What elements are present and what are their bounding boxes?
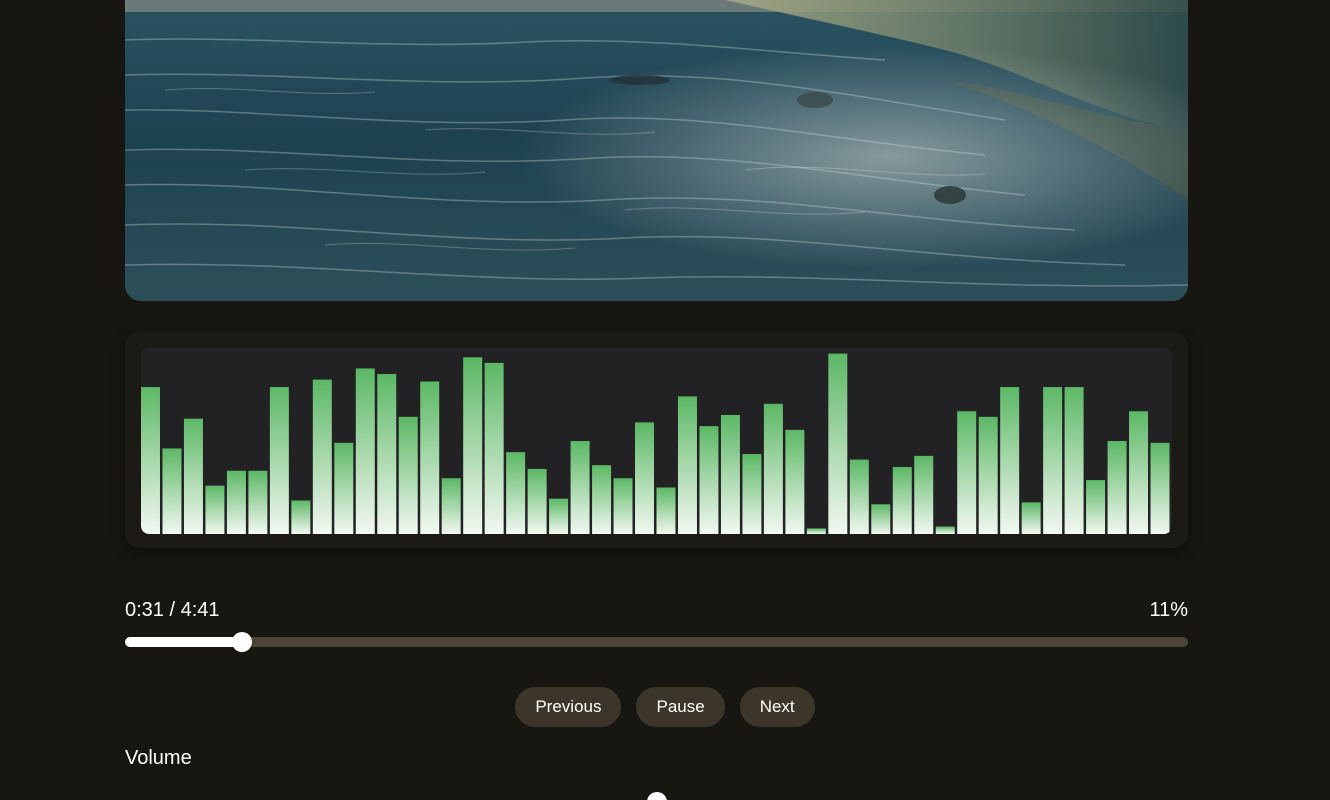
visualizer-bar: [892, 467, 912, 534]
visualizer-bar: [205, 485, 225, 534]
next-button[interactable]: Next: [739, 687, 815, 727]
previous-button[interactable]: Previous: [515, 687, 622, 727]
visualizer-bar: [1107, 441, 1127, 534]
visualizer-bar: [355, 368, 375, 534]
visualizer-bar: [1021, 502, 1041, 534]
visualizer-bar: [677, 396, 697, 534]
visualizer-bar: [763, 403, 783, 534]
visualizer-canvas: [141, 348, 1172, 534]
visualizer-bar: [506, 452, 526, 534]
visualizer-bar: [957, 411, 977, 534]
visualizer-bar: [785, 429, 805, 534]
visualizer-bar: [720, 414, 740, 534]
visualizer-bar: [141, 387, 160, 534]
visualizer-bar: [656, 487, 676, 534]
visualizer-bar: [269, 387, 289, 534]
progress-fill: [125, 637, 242, 647]
visualizer-bar: [914, 455, 934, 534]
visualizer-bar: [1086, 480, 1106, 534]
visualizer-bar: [592, 465, 612, 534]
visualizer-bar: [549, 498, 569, 534]
visualizer-bar: [806, 528, 826, 534]
visualizer-bars: [141, 353, 1170, 534]
visualizer-bar: [441, 478, 461, 534]
visualizer-bar: [291, 500, 311, 534]
visualizer-bar: [699, 426, 719, 534]
video-frame[interactable]: [125, 0, 1188, 301]
visualizer-bar: [871, 504, 891, 534]
visualizer-bar: [398, 416, 418, 534]
visualizer-bar: [828, 353, 848, 534]
visualizer-bar: [183, 418, 203, 534]
visualizer-bar: [1150, 442, 1170, 534]
ocean-scene-image: [125, 0, 1188, 301]
visualizer-bar: [1064, 387, 1084, 534]
visualizer-bar: [935, 526, 955, 534]
playback-controls: Previous Pause Next: [0, 687, 1330, 727]
visualizer-bar: [162, 448, 182, 534]
visualizer-bar: [463, 357, 483, 534]
audio-visualizer: [125, 332, 1188, 548]
visualizer-bar: [1043, 387, 1063, 534]
visualizer-bar: [377, 374, 397, 534]
pause-button[interactable]: Pause: [636, 687, 725, 727]
music-player-page: 0:31 / 4:41 11% Previous Pause Next Volu…: [0, 0, 1330, 800]
visualizer-bar: [849, 459, 869, 534]
visualizer-bar: [570, 441, 590, 534]
progress-slider[interactable]: [125, 632, 1188, 652]
visualizer-bar: [742, 454, 762, 534]
visualizer-bar: [334, 442, 354, 534]
visualizer-bar: [226, 470, 246, 534]
visualizer-bar: [527, 468, 547, 534]
visualizer-bar: [1000, 387, 1020, 534]
time-display: 0:31 / 4:41: [125, 599, 220, 621]
visualizer-bar: [248, 470, 268, 534]
volume-slider-thumb[interactable]: [647, 792, 667, 800]
progress-thumb[interactable]: [232, 632, 252, 652]
visualizer-bar: [978, 416, 998, 534]
volume-label: Volume: [125, 747, 192, 769]
visualizer-bar: [420, 381, 440, 534]
visualizer-bar: [484, 362, 504, 534]
visualizer-bar: [312, 379, 332, 534]
visualizer-bar: [635, 422, 654, 534]
progress-percent: 11%: [1149, 599, 1188, 621]
visualizer-bar: [1129, 411, 1149, 534]
visualizer-bar: [613, 478, 633, 534]
